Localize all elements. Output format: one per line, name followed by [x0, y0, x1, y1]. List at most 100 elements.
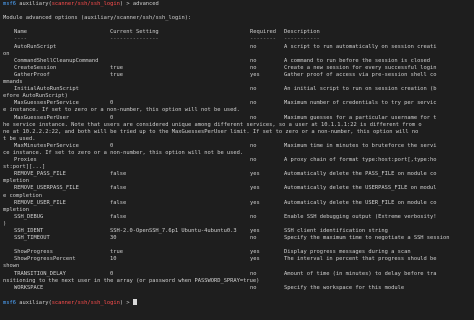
prompt-user: msf6 — [3, 1, 16, 7]
table-row-continuation: st:port][...] — [3, 164, 474, 171]
row-wrap-text: e completion — [3, 192, 42, 199]
option-description: A proxy chain of format type:host:port[,… — [284, 157, 437, 164]
option-name: TRANSITION_DELAY — [14, 270, 66, 277]
table-row: Proxies no A proxy chain of format type:ho… — [3, 157, 474, 164]
option-current-setting: SSH-2.0-OpenSSH_7.6p1 Ubuntu-4ubuntu0.3 — [110, 228, 237, 234]
table-row-continuation — [3, 242, 474, 249]
row-wrap-text: he service instance. Note that users are… — [3, 121, 422, 128]
table-header-underline: ---- --------------- -------- ----------… — [14, 36, 320, 43]
prompt-module: scanner/ssh/ssh_login — [51, 299, 120, 306]
option-current-setting: false — [110, 185, 127, 192]
prompt-module: scanner/ssh/ssh_login — [51, 1, 120, 7]
row-wrap-text: ) — [3, 220, 7, 227]
table-row: REMOVE_PASS_FILE false yes Automatically de… — [3, 171, 474, 178]
table-row: MaxGuessesPerService 0 no Maximum number of… — [3, 100, 474, 107]
prompt-end: ) > — [119, 299, 133, 306]
option-required: no — [250, 86, 257, 93]
row-wrap-text: t be used. — [3, 135, 36, 142]
option-current-setting: 0 — [110, 100, 114, 107]
table-row: InitialAutoRunScript no An initial script … — [3, 86, 474, 93]
option-current-setting: 0 — [110, 270, 114, 277]
option-current-setting: 0 — [110, 114, 114, 121]
option-name: MaxGuessesPerUser — [14, 114, 70, 121]
table-row: ShowProgress true yes Display progress mess… — [3, 249, 474, 256]
text-cursor — [132, 298, 137, 305]
option-required: yes — [250, 256, 260, 263]
option-name: REMOVE_PASS_FILE — [14, 171, 66, 178]
option-current-setting: 0 — [110, 142, 114, 149]
prompt-end: ) > — [119, 1, 133, 7]
option-name: AutoRunScript — [14, 43, 57, 50]
row-wrap-text: mpletion — [3, 206, 29, 213]
option-description: Gather proof of access via pre-session s… — [284, 71, 437, 78]
option-required: no — [250, 284, 257, 291]
option-description: Automatically delete the USERPASS_FILE o… — [284, 185, 437, 192]
command-text: advanced — [132, 1, 159, 7]
table-row-continuation: ) — [3, 221, 474, 228]
option-description: Enable SSH debugging output (Extreme ver… — [284, 213, 437, 220]
option-description: SSH client identification string — [284, 228, 388, 234]
table-row: REMOVE_USER_FILE false yes Automatically de… — [3, 200, 474, 207]
row-wrap-text: ne at 10.2.2.2:22, and both will be trie… — [3, 128, 419, 135]
option-current-setting: false — [110, 171, 127, 178]
options-table: AutoRunScript no A script to run automatic… — [3, 44, 474, 292]
table-row: CreateSession true no Create a new session … — [3, 65, 474, 72]
col-name: Name — [14, 29, 27, 36]
option-name: Proxies — [14, 157, 37, 164]
row-wrap-text: st:port][...] — [3, 164, 46, 171]
option-required: no — [250, 64, 257, 71]
option-description: A command to run before the session is c… — [284, 57, 431, 64]
table-row-continuation: ce instance. If set to zero or a non-num… — [3, 150, 474, 157]
option-description: Specify the maximum time to negotiate a … — [284, 235, 450, 242]
option-required: no — [250, 100, 257, 107]
row-wrap-text: on — [3, 50, 10, 57]
option-name: SSH_IDENT — [14, 228, 44, 234]
row-wrap-text: mmands — [3, 79, 23, 86]
option-name: MaxMinutesPerService — [14, 142, 79, 149]
table-row: CommandShellCleanupCommand no A command to… — [3, 58, 474, 65]
option-required: no — [250, 157, 257, 164]
option-current-setting: true — [110, 249, 123, 256]
table-row-continuation: mpletion — [3, 178, 474, 185]
row-wrap-text: e instance. If set to zero or a non-numb… — [3, 107, 240, 114]
option-required: no — [250, 142, 257, 149]
option-name: InitialAutoRunScript — [14, 86, 79, 93]
option-name: SSH_DEBUG — [14, 213, 44, 220]
option-required: yes — [250, 228, 260, 234]
option-name: SSH_TIMEOUT — [14, 235, 50, 242]
table-row: AutoRunScript no A script to run automatic… — [3, 44, 474, 51]
option-required: no — [250, 43, 257, 50]
option-required: no — [250, 235, 257, 242]
row-wrap-text: efore AutoRunScript) — [3, 93, 68, 100]
option-required: no — [250, 213, 257, 220]
option-name: MaxGuessesPerService — [14, 100, 79, 107]
option-description: Display progress messages during a scan — [284, 249, 411, 256]
option-name: GatherProof — [14, 71, 50, 78]
option-description: Automatically delete the USER_FILE on mo… — [284, 199, 437, 206]
prompt-text: auxiliary( — [15, 1, 52, 7]
option-required: no — [250, 114, 257, 121]
options-heading: Module advanced options (auxiliary/scann… — [3, 15, 192, 22]
row-wrap-text: mpletion — [3, 178, 29, 185]
option-current-setting: 30 — [110, 235, 117, 242]
col-required: Required — [250, 29, 276, 36]
table-row: WORKSPACE no Specify the workspace for thi… — [3, 285, 474, 292]
option-description: An initial script to run on session crea… — [284, 86, 437, 93]
table-row: SSH_DEBUG false no Enable SSH debugging out… — [3, 214, 474, 221]
table-row-continuation: e completion — [3, 193, 474, 200]
prompt-line[interactable]: msf6 auxiliary(scanner/ssh/ssh_login) > — [3, 298, 474, 306]
option-current-setting: true — [110, 64, 123, 71]
option-required: yes — [250, 171, 260, 178]
prompt-user: msf6 — [3, 299, 16, 306]
terminal-window[interactable]: msf6 auxiliary(scanner/ssh/ssh_login) > … — [3, 0, 474, 307]
table-row-continuation: on — [3, 51, 474, 58]
option-description: Maximum number of credentials to try per… — [284, 100, 437, 107]
table-row: REMOVE_USERPASS_FILE false yes Automaticall… — [3, 185, 474, 192]
prompt-line: msf6 auxiliary(scanner/ssh/ssh_login) > … — [3, 1, 474, 8]
table-row-continuation: he service instance. Note that users are… — [3, 122, 474, 129]
table-row-continuation: e instance. If set to zero or a non-numb… — [3, 107, 474, 114]
option-required: yes — [250, 199, 260, 206]
